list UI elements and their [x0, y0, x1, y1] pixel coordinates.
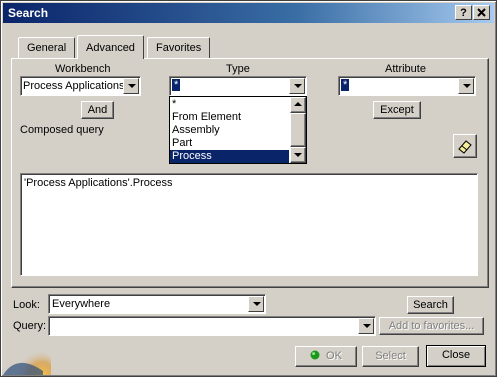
type-option-process[interactable]: Process: [170, 150, 289, 163]
chevron-down-icon: [128, 84, 136, 88]
look-combo[interactable]: Everywhere: [48, 294, 266, 314]
select-button[interactable]: Select: [362, 346, 419, 367]
attribute-value: *: [341, 79, 350, 91]
type-value: *: [172, 79, 181, 91]
scroll-thumb[interactable]: [290, 113, 306, 147]
workbench-dropdown-button[interactable]: [123, 78, 139, 94]
type-dropdown-button[interactable]: [289, 78, 305, 94]
search-button-label: Search: [413, 299, 448, 311]
chevron-down-icon: [363, 324, 371, 328]
tab-favorites-label: Favorites: [156, 42, 202, 54]
tab-general[interactable]: General: [18, 37, 76, 58]
workbench-label: Workbench: [55, 63, 111, 75]
add-to-favorites-button[interactable]: Add to favorites...: [379, 317, 484, 335]
chevron-down-icon: [294, 153, 302, 157]
and-button[interactable]: And: [81, 101, 114, 119]
composed-query-label: Composed query: [20, 124, 104, 136]
type-dropdown-list: * From Element Assembly Part Process: [169, 96, 307, 164]
and-button-label: And: [87, 104, 108, 116]
type-option-from-element[interactable]: From Element: [170, 111, 289, 124]
close-button[interactable]: Close: [426, 345, 486, 367]
except-button-label: Except: [380, 104, 414, 116]
close-button-label: Close: [441, 349, 471, 361]
ok-button[interactable]: OK: [295, 346, 357, 367]
workbench-combo[interactable]: Process Applications: [20, 76, 141, 96]
title-bar: Search ?: [3, 3, 494, 23]
type-options: * From Element Assembly Part Process: [170, 98, 289, 163]
attribute-combo[interactable]: *: [338, 76, 476, 96]
window-close-button[interactable]: [473, 5, 490, 20]
ok-button-label: OK: [326, 350, 342, 362]
type-list-scrollbar[interactable]: [290, 97, 306, 163]
advanced-panel: Workbench Process Applications Type * At…: [11, 58, 489, 288]
scroll-down-button[interactable]: [290, 147, 306, 163]
select-button-label: Select: [375, 350, 406, 362]
except-button[interactable]: Except: [373, 101, 421, 119]
attribute-dropdown-button[interactable]: [458, 78, 474, 94]
tab-advanced-label: Advanced: [86, 42, 135, 54]
tab-favorites[interactable]: Favorites: [147, 37, 211, 58]
attribute-label: Attribute: [385, 63, 426, 75]
query-label: Query:: [13, 320, 47, 332]
tab-advanced[interactable]: Advanced: [77, 35, 144, 59]
ok-indicator-icon: [310, 350, 320, 360]
corner-logo-graphic: [3, 349, 51, 375]
eraser-icon: [458, 140, 472, 154]
look-label: Look:: [13, 299, 40, 311]
add-to-favorites-label: Add to favorites...: [388, 320, 475, 332]
chevron-up-icon: [294, 102, 302, 106]
clear-query-button[interactable]: [453, 134, 477, 158]
search-dialog: Search ? General Advanced Favorites Work…: [0, 0, 497, 377]
window-title: Search: [8, 6, 49, 20]
query-dropdown-button[interactable]: [358, 318, 374, 334]
type-option-any[interactable]: *: [170, 98, 289, 111]
composed-query-field[interactable]: 'Process Applications'.Process: [20, 173, 478, 276]
chevron-down-icon: [294, 84, 302, 88]
search-button[interactable]: Search: [407, 296, 454, 314]
workbench-value: Process Applications: [23, 80, 125, 92]
composed-query-text: 'Process Applications'.Process: [24, 177, 173, 189]
tab-general-label: General: [27, 42, 67, 54]
look-value: Everywhere: [52, 298, 111, 310]
type-option-part[interactable]: Part: [170, 137, 289, 150]
chevron-down-icon: [463, 84, 471, 88]
close-icon: [477, 8, 486, 17]
chevron-down-icon: [253, 302, 261, 306]
scroll-up-button[interactable]: [290, 97, 306, 113]
look-dropdown-button[interactable]: [248, 296, 264, 312]
help-button[interactable]: ?: [455, 5, 472, 20]
type-combo[interactable]: *: [169, 76, 307, 96]
type-label: Type: [226, 63, 250, 75]
type-option-assembly[interactable]: Assembly: [170, 124, 289, 137]
query-combo[interactable]: [48, 316, 376, 336]
